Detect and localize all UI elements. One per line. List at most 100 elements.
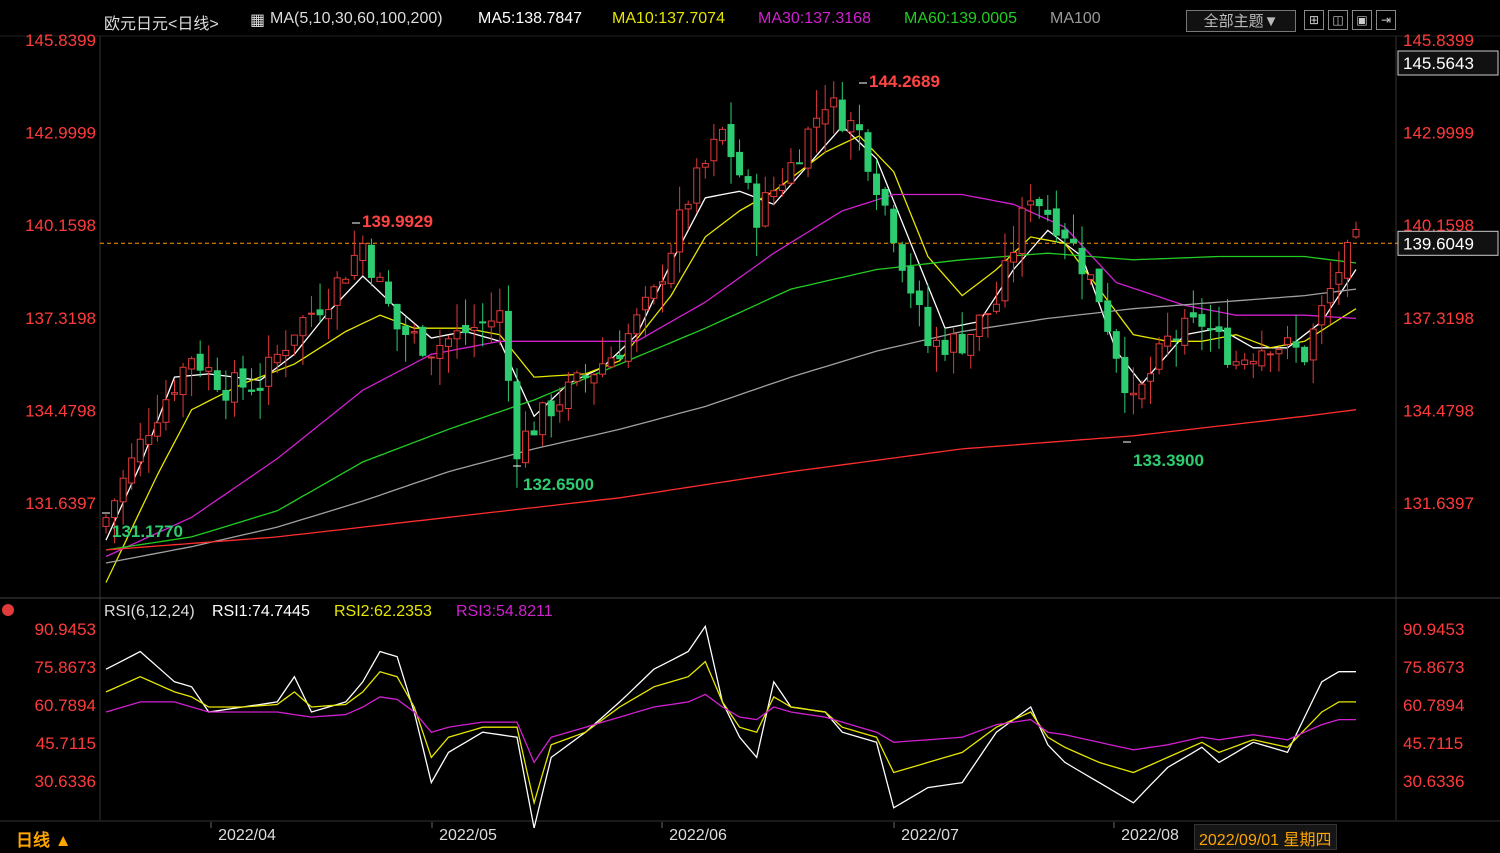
candle-body <box>753 183 761 228</box>
chart-canvas[interactable]: 145.8399 145.8399 142.9999 142.9999 140.1598… <box>0 0 1500 853</box>
candle-body <box>213 370 221 390</box>
candle-body <box>393 303 401 330</box>
panel-settings-icon[interactable] <box>2 604 14 616</box>
candle-body <box>290 334 298 346</box>
candle-body <box>1147 373 1155 382</box>
x-tick: 2022/04 <box>218 827 276 844</box>
candle-body <box>273 353 281 364</box>
candle-body <box>179 366 187 396</box>
theme-dropdown-button[interactable]: 全部主题▼ <box>1186 10 1296 32</box>
candle-body <box>230 372 238 403</box>
candle-body <box>727 124 735 158</box>
candle-body <box>967 333 975 356</box>
panel-right-icon[interactable]: ▣ <box>1352 10 1372 30</box>
candle-body <box>633 314 641 335</box>
candle-body <box>410 331 418 334</box>
candle-body <box>1232 361 1240 366</box>
candle-body <box>1129 392 1137 396</box>
candle-body <box>650 286 658 299</box>
candle-body <box>1052 208 1060 236</box>
candle-body <box>248 389 256 392</box>
candle-body <box>1112 331 1120 359</box>
candle-body <box>847 120 855 133</box>
candle-body <box>1035 198 1043 207</box>
period-selector[interactable]: 日线 ▲ <box>16 826 72 850</box>
y-tick-left: 145.8399 <box>25 31 96 50</box>
candle-body <box>924 306 932 347</box>
candle-body <box>873 173 881 196</box>
candle-body <box>915 290 923 306</box>
y-tick-right: 134.4798 <box>1403 401 1474 420</box>
candle-body <box>761 192 769 227</box>
ma-indicator-icon[interactable]: ▦ <box>250 10 265 34</box>
candle-body <box>1010 252 1018 263</box>
ma30-value: MA30:137.3168 <box>758 10 871 27</box>
extreme-annotation: 132.6500 <box>523 475 594 494</box>
candle-body <box>1266 353 1274 356</box>
candle-body <box>1343 241 1351 279</box>
candle-body <box>299 317 307 337</box>
candle-body <box>367 244 375 278</box>
candle-body <box>736 151 744 176</box>
candle-body <box>307 312 315 315</box>
candle-body <box>1318 305 1326 326</box>
rsi-tick-right: 45.7115 <box>1403 734 1463 753</box>
candle-body <box>170 392 178 395</box>
rsi-tick-right: 60.7894 <box>1403 696 1464 715</box>
candle-body <box>1018 207 1026 255</box>
rsi-tick-left: 45.7115 <box>36 734 96 753</box>
window-split-icon[interactable]: ◫ <box>1328 10 1348 30</box>
candle-body <box>855 124 863 131</box>
candle-body <box>282 349 290 357</box>
instrument-title[interactable]: 欧元日元<日线> <box>104 10 219 34</box>
candle-body <box>504 310 512 381</box>
candle-body <box>1198 314 1206 327</box>
candle-body <box>111 500 119 519</box>
candle-body <box>342 278 350 284</box>
candle-body <box>890 208 898 244</box>
candle-body <box>1172 338 1180 341</box>
candle-body <box>162 399 170 423</box>
candle-body <box>787 162 795 184</box>
candle-body <box>564 381 572 410</box>
top-price-label: 145.5643 <box>1403 54 1474 73</box>
y-tick-left: 137.3198 <box>25 309 96 328</box>
candle-body <box>1284 337 1292 345</box>
candle-body <box>1027 200 1035 206</box>
rsi-tick-right: 75.8673 <box>1403 658 1464 677</box>
ma5-value: MA5:138.7847 <box>478 10 583 27</box>
candle-body <box>607 357 615 368</box>
candle-body <box>984 313 992 316</box>
candle-body <box>427 356 435 359</box>
candle-body <box>153 422 161 437</box>
candle-body <box>188 358 196 370</box>
candle-body <box>932 339 940 347</box>
candle-body <box>821 109 829 125</box>
candle-body <box>222 389 230 401</box>
candle-body <box>804 128 812 169</box>
last-price-label: 139.6049 <box>1403 234 1474 253</box>
candle-body <box>479 321 487 324</box>
candle-body <box>590 374 598 384</box>
ma5-line <box>105 125 1357 541</box>
candle-body <box>1061 229 1069 239</box>
candle-body <box>1104 300 1112 332</box>
arrow-expand-icon[interactable]: ⇥ <box>1376 10 1396 30</box>
rsi1-value: RSI1:74.7445 <box>212 603 310 620</box>
candle-body <box>1301 346 1309 363</box>
extreme-annotation: 131.1770 <box>112 522 183 541</box>
candle-body <box>256 387 264 391</box>
extreme-annotation: 144.2689 <box>869 72 940 91</box>
candle-body <box>1258 350 1266 367</box>
candle-body <box>1078 247 1086 275</box>
grid-layout-icon[interactable]: ⊞ <box>1304 10 1324 30</box>
candle-body <box>950 333 958 353</box>
candle-body <box>453 330 461 340</box>
candle-body <box>1121 357 1129 394</box>
candle-body <box>333 277 341 306</box>
y-tick-right: 145.8399 <box>1403 31 1474 50</box>
extreme-annotation: 139.9929 <box>362 212 433 231</box>
candle-body <box>102 517 110 527</box>
candle-body <box>145 435 153 445</box>
candle-body <box>350 254 358 276</box>
